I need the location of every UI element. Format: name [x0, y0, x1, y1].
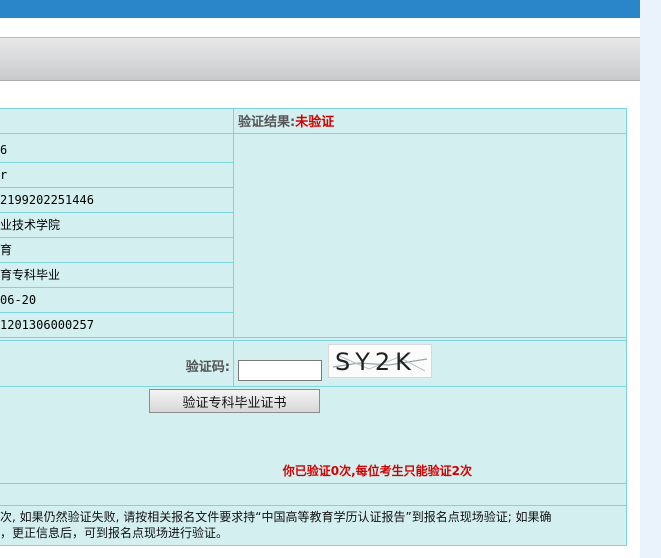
section-header-bar: [0, 37, 640, 81]
captcha-text: SY2K: [335, 348, 416, 376]
info-row-id-number: 2199202251446: [0, 193, 94, 207]
info-row-school: 业技术学院: [0, 218, 61, 232]
divider: [0, 483, 627, 484]
top-banner: [0, 0, 640, 18]
info-row-graduation: 育专科毕业: [0, 268, 61, 282]
divider: [233, 108, 234, 338]
verify-certificate-button[interactable]: 验证专科毕业证书: [149, 389, 320, 413]
verification-status: 未验证: [295, 115, 335, 130]
verification-result: 验证结果:未验证: [238, 113, 334, 133]
divider: [0, 505, 627, 506]
info-row-date: 06-20: [0, 293, 37, 307]
info-row: r: [0, 168, 8, 182]
instruction-note-line-1: 次, 如果仍然验证失败, 请按相关报名文件要求持“中国高等教育学历认证报告”到报…: [0, 510, 552, 524]
info-row-certificate-number: 1201306000257: [0, 318, 94, 332]
divider: [233, 340, 234, 386]
attempt-warning: 你已验证0次,每位考生只能验证2次: [282, 464, 472, 478]
divider: [0, 337, 627, 338]
info-row-education-type: 育: [0, 243, 13, 257]
instruction-note-line-2: ，更正信息后，可到报名点现场进行验证。: [0, 526, 229, 540]
captcha-input[interactable]: [238, 360, 322, 381]
verification-result-label: 验证结果:: [238, 115, 296, 130]
divider: [0, 386, 627, 387]
captcha-image[interactable]: SY2K: [328, 344, 432, 378]
divider: [0, 133, 627, 134]
divider: [0, 340, 627, 341]
info-row: 6: [0, 143, 8, 157]
page-background-strip: [640, 0, 661, 558]
captcha-label: 验证码:: [185, 360, 230, 375]
